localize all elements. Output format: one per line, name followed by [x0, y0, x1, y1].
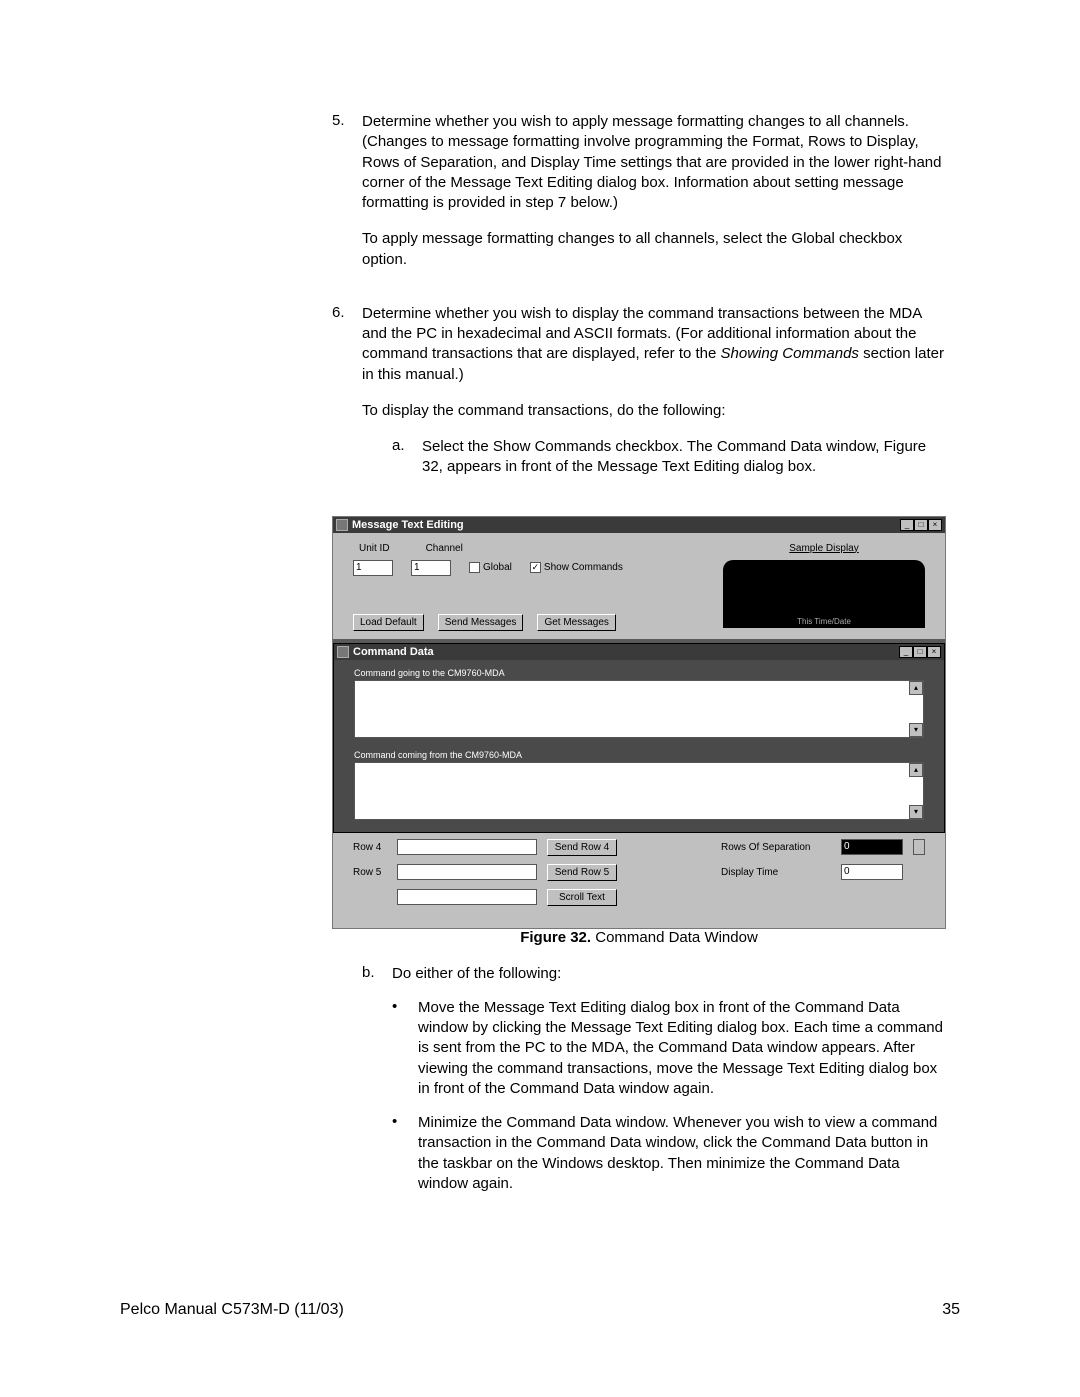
row4-input[interactable] [397, 839, 537, 855]
inner-titlebar: Command Data _ □ × [334, 644, 944, 660]
outer-titlebar: Message Text Editing _ □ × [333, 517, 945, 533]
inner-close-icon[interactable]: × [927, 646, 941, 658]
row5-input[interactable] [397, 864, 537, 880]
unit-id-input[interactable]: 1 [353, 560, 393, 576]
rows-sep-input[interactable]: 0 [841, 839, 903, 855]
item5-p1: Determine whether you wish to apply mess… [362, 112, 946, 213]
show-commands-checkbox[interactable]: ✓Show Commands [530, 562, 623, 573]
unit-id-label: Unit ID [359, 543, 390, 554]
coming-textarea[interactable]: ▴ ▾ [354, 762, 924, 820]
channel-input[interactable]: 1 [411, 560, 451, 576]
scroll-up-icon[interactable]: ▴ [909, 681, 923, 695]
maximize-icon[interactable]: □ [914, 519, 928, 531]
sample-display-link[interactable]: Sample Display [723, 543, 925, 554]
send-row5-button[interactable]: Send Row 5 [547, 864, 617, 881]
item5-p2: To apply message formatting changes to a… [362, 229, 946, 270]
global-checkbox[interactable]: Global [469, 562, 512, 573]
sub-letter-b: b. [362, 964, 392, 984]
display-time-input[interactable]: 0 [841, 864, 903, 880]
footer-left: Pelco Manual C573M-D (11/03) [120, 1301, 344, 1319]
close-icon[interactable]: × [928, 519, 942, 531]
sub-b-text: Do either of the following: [392, 964, 946, 984]
coming-label: Command coming from the CM9760-MDA [354, 750, 924, 760]
sub-letter-a: a. [392, 437, 422, 478]
scroll-text-input[interactable] [397, 889, 537, 905]
figure-screenshot: Message Text Editing _ □ × Unit ID Chann… [332, 516, 946, 929]
scroll-down-icon[interactable]: ▾ [909, 723, 923, 737]
sample-display-screen: This Time/Date [723, 560, 925, 628]
row4-label: Row 4 [353, 842, 397, 853]
going-label: Command going to the CM9760-MDA [354, 668, 924, 678]
rows-sep-label: Rows Of Separation [721, 842, 831, 853]
load-default-button[interactable]: Load Default [353, 614, 424, 631]
item6-p2: To display the command transactions, do … [362, 401, 946, 421]
inner-maximize-icon[interactable]: □ [913, 646, 927, 658]
list-number-6: 6. [332, 304, 362, 492]
inner-app-icon [337, 646, 349, 658]
bullet-icon: • [392, 1113, 418, 1194]
figure-caption: Figure 32. Command Data Window [332, 929, 946, 946]
row5-label: Row 5 [353, 867, 397, 878]
page-number: 35 [942, 1301, 960, 1319]
scroll-up-icon-2[interactable]: ▴ [909, 763, 923, 777]
bullet1-text: Move the Message Text Editing dialog box… [418, 998, 946, 1099]
app-icon [336, 519, 348, 531]
send-row4-button[interactable]: Send Row 4 [547, 839, 617, 856]
get-messages-button[interactable]: Get Messages [537, 614, 615, 631]
item6-p1: Determine whether you wish to display th… [362, 304, 946, 385]
send-messages-button[interactable]: Send Messages [438, 614, 524, 631]
inner-title: Command Data [353, 646, 434, 658]
going-textarea[interactable]: ▴ ▾ [354, 680, 924, 738]
list-number-5: 5. [332, 112, 362, 286]
scroll-down-icon-2[interactable]: ▾ [909, 805, 923, 819]
rows-sep-spinner[interactable] [913, 839, 925, 855]
scroll-text-button[interactable]: Scroll Text [547, 889, 617, 906]
inner-minimize-icon[interactable]: _ [899, 646, 913, 658]
minimize-icon[interactable]: _ [900, 519, 914, 531]
channel-label: Channel [426, 543, 463, 554]
bullet2-text: Minimize the Command Data window. Whenev… [418, 1113, 946, 1194]
bullet-icon: • [392, 998, 418, 1099]
outer-title: Message Text Editing [352, 519, 464, 531]
sub-a-text: Select the Show Commands checkbox. The C… [422, 437, 946, 478]
display-time-label: Display Time [721, 867, 831, 878]
